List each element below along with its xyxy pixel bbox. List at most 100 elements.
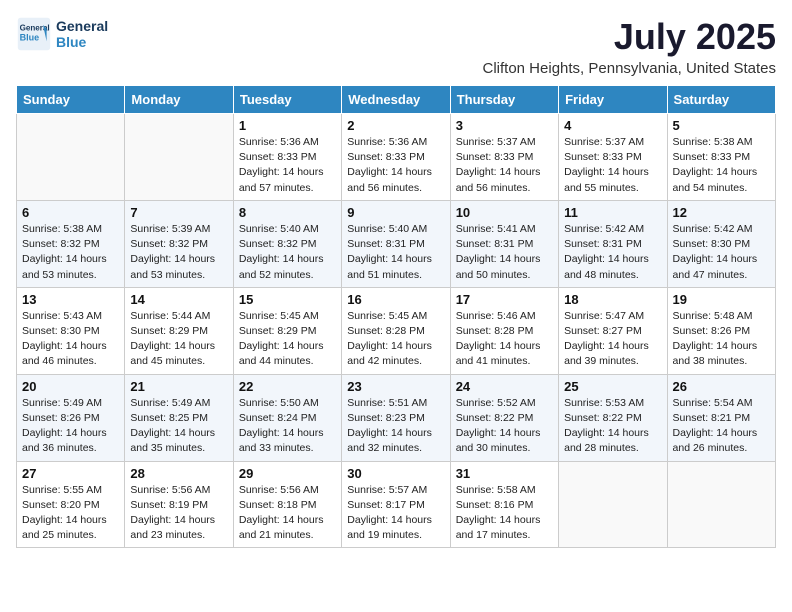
calendar-cell: 27Sunrise: 5:55 AMSunset: 8:20 PMDayligh… — [17, 461, 125, 548]
day-info: Sunrise: 5:38 AMSunset: 8:33 PMDaylight:… — [673, 135, 770, 196]
day-number: 31 — [456, 466, 553, 481]
day-number: 23 — [347, 379, 444, 394]
calendar-cell: 31 Sunrise: 5:58 AMSunset: 8:16 PMDayligh… — [450, 461, 558, 548]
day-number: 26 — [673, 379, 770, 394]
day-number: 8 — [239, 205, 336, 220]
day-info: Sunrise: 5:56 AMSunset: 8:19 PMDaylight:… — [130, 483, 227, 544]
day-info: Sunrise: 5:38 AMSunset: 8:32 PMDaylight:… — [22, 222, 119, 283]
calendar-cell: 7 Sunrise: 5:39 AMSunset: 8:32 PMDaylight… — [125, 200, 233, 287]
calendar-cell: 19Sunrise: 5:48 AMSunset: 8:26 PMDayligh… — [667, 287, 775, 374]
day-info: Sunrise: 5:54 AMSunset: 8:21 PMDaylight:… — [673, 396, 770, 457]
day-info: Sunrise: 5:37 AMSunset: 8:33 PMDaylight:… — [456, 135, 553, 196]
calendar-week-row: 27Sunrise: 5:55 AMSunset: 8:20 PMDayligh… — [17, 461, 776, 548]
calendar-cell: 18 Sunrise: 5:47 AMSunset: 8:27 PMDayligh… — [559, 287, 667, 374]
calendar-cell: 24Sunrise: 5:52 AMSunset: 8:22 PMDayligh… — [450, 374, 558, 461]
calendar-cell: 11Sunrise: 5:42 AMSunset: 8:31 PMDayligh… — [559, 200, 667, 287]
calendar-cell — [667, 461, 775, 548]
weekday-header-wednesday: Wednesday — [342, 86, 450, 114]
day-number: 6 — [22, 205, 119, 220]
calendar-cell: 13 Sunrise: 5:43 AMSunset: 8:30 PMDayligh… — [17, 287, 125, 374]
day-number: 16 — [347, 292, 444, 307]
calendar-cell: 17 Sunrise: 5:46 AMSunset: 8:28 PMDayligh… — [450, 287, 558, 374]
weekday-header-row: SundayMondayTuesdayWednesdayThursdayFrid… — [17, 86, 776, 114]
day-info: Sunrise: 5:42 AMSunset: 8:30 PMDaylight:… — [673, 222, 770, 283]
weekday-header-monday: Monday — [125, 86, 233, 114]
day-info: Sunrise: 5:44 AMSunset: 8:29 PMDaylight:… — [130, 309, 227, 370]
calendar-cell: 20 Sunrise: 5:49 AMSunset: 8:26 PMDayligh… — [17, 374, 125, 461]
day-info: Sunrise: 5:46 AMSunset: 8:28 PMDaylight:… — [456, 309, 553, 370]
day-info: Sunrise: 5:58 AMSunset: 8:16 PMDaylight:… — [456, 483, 553, 544]
logo-icon: General Blue — [16, 16, 52, 52]
calendar-cell: 28Sunrise: 5:56 AMSunset: 8:19 PMDayligh… — [125, 461, 233, 548]
day-info: Sunrise: 5:56 AMSunset: 8:18 PMDaylight:… — [239, 483, 336, 544]
day-info: Sunrise: 5:49 AMSunset: 8:25 PMDaylight:… — [130, 396, 227, 457]
day-info: Sunrise: 5:41 AMSunset: 8:31 PMDaylight:… — [456, 222, 553, 283]
day-number: 25 — [564, 379, 661, 394]
day-number: 7 — [130, 205, 227, 220]
calendar-table: SundayMondayTuesdayWednesdayThursdayFrid… — [16, 85, 776, 548]
day-info: Sunrise: 5:49 AMSunset: 8:26 PMDaylight:… — [22, 396, 119, 457]
day-number: 2 — [347, 118, 444, 133]
logo-text: General Blue — [56, 18, 108, 50]
day-number: 22 — [239, 379, 336, 394]
day-number: 18 — [564, 292, 661, 307]
day-info: Sunrise: 5:40 AMSunset: 8:32 PMDaylight:… — [239, 222, 336, 283]
calendar-cell — [559, 461, 667, 548]
calendar-cell: 25 Sunrise: 5:53 AMSunset: 8:22 PMDayligh… — [559, 374, 667, 461]
calendar-cell: 15 Sunrise: 5:45 AMSunset: 8:29 PMDayligh… — [233, 287, 341, 374]
day-info: Sunrise: 5:45 AMSunset: 8:29 PMDaylight:… — [239, 309, 336, 370]
calendar-cell: 26 Sunrise: 5:54 AMSunset: 8:21 PMDayligh… — [667, 374, 775, 461]
day-info: Sunrise: 5:40 AMSunset: 8:31 PMDaylight:… — [347, 222, 444, 283]
calendar-week-row: 13 Sunrise: 5:43 AMSunset: 8:30 PMDayligh… — [17, 287, 776, 374]
calendar-week-row: 20 Sunrise: 5:49 AMSunset: 8:26 PMDayligh… — [17, 374, 776, 461]
calendar-cell: 8 Sunrise: 5:40 AMSunset: 8:32 PMDaylight… — [233, 200, 341, 287]
calendar-week-row: 1Sunrise: 5:36 AMSunset: 8:33 PMDaylight… — [17, 114, 776, 201]
day-info: Sunrise: 5:39 AMSunset: 8:32 PMDaylight:… — [130, 222, 227, 283]
day-number: 10 — [456, 205, 553, 220]
day-number: 5 — [673, 118, 770, 133]
header: General Blue General Blue July 2025 Clif… — [16, 16, 776, 77]
day-info: Sunrise: 5:50 AMSunset: 8:24 PMDaylight:… — [239, 396, 336, 457]
calendar-cell: 2Sunrise: 5:36 AMSunset: 8:33 PMDaylight… — [342, 114, 450, 201]
logo: General Blue General Blue — [16, 16, 108, 52]
calendar-cell: 30 Sunrise: 5:57 AMSunset: 8:17 PMDayligh… — [342, 461, 450, 548]
day-info: Sunrise: 5:43 AMSunset: 8:30 PMDaylight:… — [22, 309, 119, 370]
day-number: 24 — [456, 379, 553, 394]
weekday-header-sunday: Sunday — [17, 86, 125, 114]
day-number: 3 — [456, 118, 553, 133]
calendar-cell: 5 Sunrise: 5:38 AMSunset: 8:33 PMDaylight… — [667, 114, 775, 201]
calendar-cell: 12Sunrise: 5:42 AMSunset: 8:30 PMDayligh… — [667, 200, 775, 287]
day-number: 15 — [239, 292, 336, 307]
calendar-cell — [17, 114, 125, 201]
calendar-cell: 1Sunrise: 5:36 AMSunset: 8:33 PMDaylight… — [233, 114, 341, 201]
day-number: 20 — [22, 379, 119, 394]
calendar-cell: 14 Sunrise: 5:44 AMSunset: 8:29 PMDayligh… — [125, 287, 233, 374]
location-title: Clifton Heights, Pennsylvania, United St… — [483, 60, 777, 77]
day-info: Sunrise: 5:45 AMSunset: 8:28 PMDaylight:… — [347, 309, 444, 370]
day-number: 4 — [564, 118, 661, 133]
weekday-header-friday: Friday — [559, 86, 667, 114]
day-info: Sunrise: 5:42 AMSunset: 8:31 PMDaylight:… — [564, 222, 661, 283]
day-info: Sunrise: 5:57 AMSunset: 8:17 PMDaylight:… — [347, 483, 444, 544]
calendar-cell: 16 Sunrise: 5:45 AMSunset: 8:28 PMDayligh… — [342, 287, 450, 374]
calendar-cell: 21Sunrise: 5:49 AMSunset: 8:25 PMDayligh… — [125, 374, 233, 461]
month-title: July 2025 — [483, 16, 777, 58]
weekday-header-saturday: Saturday — [667, 86, 775, 114]
weekday-header-tuesday: Tuesday — [233, 86, 341, 114]
day-info: Sunrise: 5:47 AMSunset: 8:27 PMDaylight:… — [564, 309, 661, 370]
day-number: 30 — [347, 466, 444, 481]
title-block: July 2025 Clifton Heights, Pennsylvania,… — [483, 16, 777, 77]
calendar-week-row: 6 Sunrise: 5:38 AMSunset: 8:32 PMDaylight… — [17, 200, 776, 287]
day-number: 27 — [22, 466, 119, 481]
calendar-cell: 10 Sunrise: 5:41 AMSunset: 8:31 PMDayligh… — [450, 200, 558, 287]
calendar-cell: 3 Sunrise: 5:37 AMSunset: 8:33 PMDaylight… — [450, 114, 558, 201]
day-number: 29 — [239, 466, 336, 481]
day-number: 13 — [22, 292, 119, 307]
calendar-cell: 29 Sunrise: 5:56 AMSunset: 8:18 PMDayligh… — [233, 461, 341, 548]
calendar-cell: 6 Sunrise: 5:38 AMSunset: 8:32 PMDaylight… — [17, 200, 125, 287]
day-info: Sunrise: 5:51 AMSunset: 8:23 PMDaylight:… — [347, 396, 444, 457]
day-number: 17 — [456, 292, 553, 307]
day-number: 14 — [130, 292, 227, 307]
weekday-header-thursday: Thursday — [450, 86, 558, 114]
day-info: Sunrise: 5:53 AMSunset: 8:22 PMDaylight:… — [564, 396, 661, 457]
